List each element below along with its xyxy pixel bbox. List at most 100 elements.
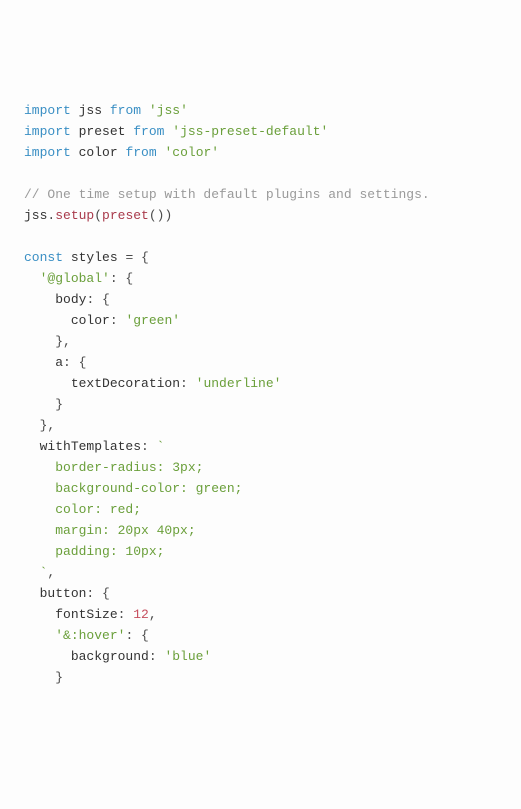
code-token: ,: [47, 565, 55, 580]
code-line: background: 'blue': [24, 649, 211, 664]
code-token: 'jss-preset-default': [172, 124, 328, 139]
code-token: }: [24, 670, 63, 685]
code-snippet: import jss from 'jss' import preset from…: [24, 100, 497, 688]
code-token: // One time setup with default plugins a…: [24, 187, 430, 202]
code-token: [24, 628, 55, 643]
code-token: background-color: green;: [24, 481, 242, 496]
code-token: margin: 20px 40px;: [24, 523, 196, 538]
code-line: '&:hover': {: [24, 628, 149, 643]
code-token: withTemplates: [40, 439, 141, 454]
code-line: jss.setup(preset()): [24, 208, 172, 223]
code-token: :: [149, 649, 165, 664]
code-line: import jss from 'jss': [24, 103, 188, 118]
code-line: color: 'green': [24, 313, 180, 328]
code-token: color: [79, 145, 118, 160]
code-token: [71, 124, 79, 139]
code-token: 12: [133, 607, 149, 622]
code-token: import: [24, 145, 71, 160]
code-token: setup: [55, 208, 94, 223]
code-token: padding: 10px;: [24, 544, 164, 559]
code-token: },: [24, 418, 55, 433]
code-line: }: [24, 670, 63, 685]
code-token: import: [24, 124, 71, 139]
code-token: jss: [24, 208, 47, 223]
code-token: 'green': [125, 313, 180, 328]
code-token: color: red;: [24, 502, 141, 517]
code-token: ,: [149, 607, 157, 622]
code-token: textDecoration: [71, 376, 180, 391]
code-line: a: {: [24, 355, 86, 370]
code-token: : {: [63, 355, 86, 370]
code-token: import: [24, 103, 71, 118]
code-token: background: [71, 649, 149, 664]
code-token: `: [157, 439, 165, 454]
code-line: padding: 10px;: [24, 544, 164, 559]
code-line: },: [24, 418, 55, 433]
code-token: : {: [86, 292, 109, 307]
code-token: : {: [125, 628, 148, 643]
code-token: from: [125, 145, 156, 160]
code-token: : {: [86, 586, 109, 601]
code-line: textDecoration: 'underline': [24, 376, 281, 391]
code-token: border-radius: 3px;: [24, 460, 203, 475]
code-line: background-color: green;: [24, 481, 242, 496]
code-token: button: [40, 586, 87, 601]
code-token: : {: [110, 271, 133, 286]
code-token: [71, 103, 79, 118]
code-line: fontSize: 12,: [24, 607, 157, 622]
code-token: preset: [79, 124, 126, 139]
code-line: margin: 20px 40px;: [24, 523, 196, 538]
code-token: ()): [149, 208, 172, 223]
code-token: :: [180, 376, 196, 391]
code-token: '&:hover': [55, 628, 125, 643]
code-token: color: [71, 313, 110, 328]
code-token: 'underline': [196, 376, 282, 391]
code-line: body: {: [24, 292, 110, 307]
code-token: :: [118, 607, 134, 622]
code-token: `: [24, 565, 47, 580]
code-line: }: [24, 397, 63, 412]
code-token: = {: [118, 250, 149, 265]
code-token: 'color': [164, 145, 219, 160]
code-token: 'jss': [149, 103, 188, 118]
code-token: }: [24, 397, 63, 412]
code-token: [24, 586, 40, 601]
code-token: styles: [71, 250, 118, 265]
code-token: 'blue': [164, 649, 211, 664]
code-line: import color from 'color': [24, 145, 219, 160]
code-token: [24, 292, 55, 307]
code-line: `,: [24, 565, 55, 580]
code-token: [24, 607, 55, 622]
code-line: withTemplates: `: [24, 439, 164, 454]
code-token: :: [110, 313, 126, 328]
code-token: [24, 439, 40, 454]
code-token: :: [141, 439, 157, 454]
code-token: [71, 145, 79, 160]
code-token: [24, 271, 40, 286]
code-token: [24, 649, 71, 664]
code-line: '@global': {: [24, 271, 133, 286]
code-line: import preset from 'jss-preset-default': [24, 124, 328, 139]
code-token: fontSize: [55, 607, 117, 622]
code-token: [141, 103, 149, 118]
code-token: [24, 355, 55, 370]
code-token: jss: [79, 103, 102, 118]
code-line: color: red;: [24, 502, 141, 517]
code-token: [24, 376, 71, 391]
code-line: },: [24, 334, 71, 349]
code-line: // One time setup with default plugins a…: [24, 187, 430, 202]
code-token: preset: [102, 208, 149, 223]
code-token: from: [133, 124, 164, 139]
code-token: },: [24, 334, 71, 349]
code-token: a: [55, 355, 63, 370]
code-token: [63, 250, 71, 265]
code-token: '@global': [40, 271, 110, 286]
code-token: [102, 103, 110, 118]
code-token: const: [24, 250, 63, 265]
code-line: button: {: [24, 586, 110, 601]
code-line: const styles = {: [24, 250, 149, 265]
code-token: (: [94, 208, 102, 223]
code-token: body: [55, 292, 86, 307]
code-token: [24, 313, 71, 328]
code-line: border-radius: 3px;: [24, 460, 203, 475]
